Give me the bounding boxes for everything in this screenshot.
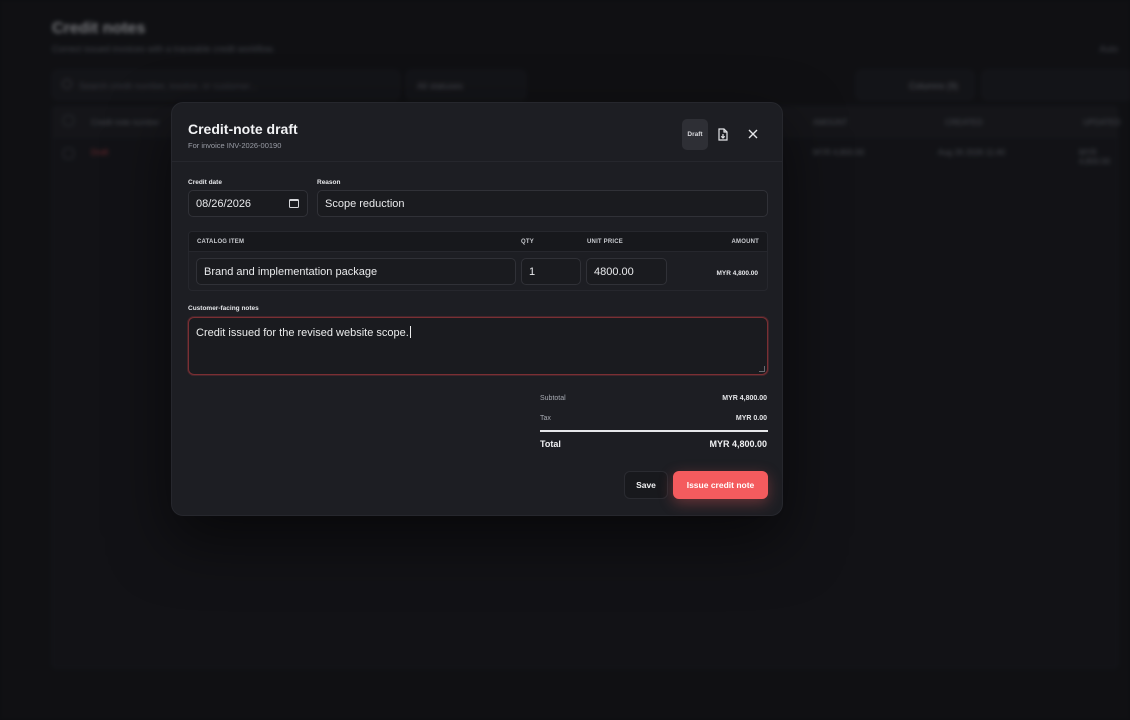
tax-value: MYR 0.00 <box>735 415 767 422</box>
total-label: Total <box>540 439 561 449</box>
text-caret <box>409 326 411 338</box>
credit-date-label: Credit date <box>188 179 222 186</box>
resize-handle[interactable] <box>759 366 765 372</box>
calendar-icon[interactable] <box>289 199 299 208</box>
save-button[interactable]: Save <box>624 471 668 499</box>
modal-title: Credit-note draft <box>188 121 298 137</box>
unit-price-field[interactable]: 4800.00 <box>586 258 667 285</box>
file-export-icon <box>718 127 728 141</box>
reason-field[interactable]: Scope reduction <box>317 190 768 217</box>
subtotal-value: MYR 4,800.00 <box>722 395 767 402</box>
tax-label: Tax <box>540 415 551 422</box>
credit-date-value: 08/26/2026 <box>196 198 252 210</box>
total-value: MYR 4,800.00 <box>709 439 767 449</box>
notes-text: Credit issued for the revised website sc… <box>196 327 409 339</box>
status-badge: Draft <box>682 119 708 150</box>
header-unit-price: UNIT PRICE <box>587 239 624 245</box>
close-icon <box>748 129 758 139</box>
line-amount: MYR 4,800.00 <box>716 270 758 277</box>
header-amount: AMOUNT <box>731 239 759 245</box>
line-items-header: CATALOG ITEM QTY UNIT PRICE AMOUNT <box>189 232 767 252</box>
notes-label: Customer-facing notes <box>188 305 259 312</box>
credit-date-field[interactable]: 08/26/2026 <box>188 190 308 217</box>
issue-credit-note-button[interactable]: Issue credit note <box>673 471 768 499</box>
qty-field[interactable]: 1 <box>521 258 581 285</box>
modal-header: Credit-note draft For invoice INV-2026-0… <box>172 103 782 162</box>
totals-divider <box>540 430 768 432</box>
header-qty: QTY <box>521 239 534 245</box>
subtotal-label: Subtotal <box>540 395 566 402</box>
reason-label: Reason <box>317 179 341 186</box>
customer-notes-textarea[interactable]: Credit issued for the revised website sc… <box>188 317 768 375</box>
close-button[interactable] <box>742 123 764 145</box>
modal-subtitle: For invoice INV-2026-00190 <box>188 141 282 150</box>
credit-note-draft-modal: Credit-note draft For invoice INV-2026-0… <box>171 102 783 516</box>
header-catalog-item: CATALOG ITEM <box>197 239 245 245</box>
line-items-table: CATALOG ITEM QTY UNIT PRICE AMOUNT Brand… <box>188 231 768 291</box>
export-button[interactable] <box>712 123 734 145</box>
catalog-item-field[interactable]: Brand and implementation package <box>196 258 516 285</box>
